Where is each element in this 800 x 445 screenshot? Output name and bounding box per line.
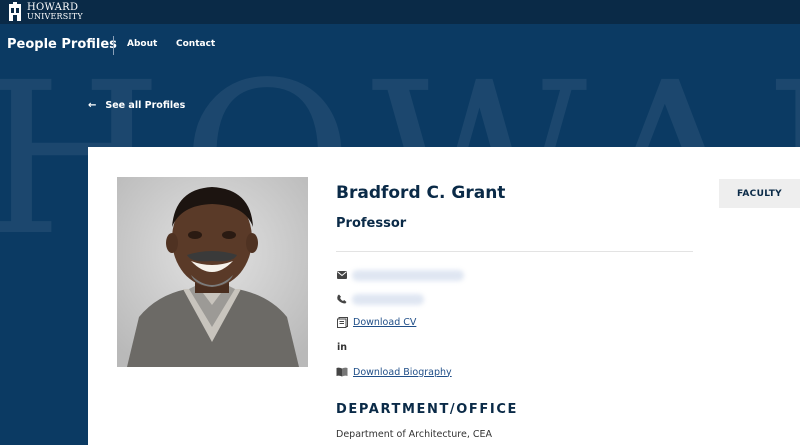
download-biography-link[interactable]: Download Biography [353, 367, 452, 378]
nav-link-about[interactable]: About [127, 39, 157, 49]
person-name: Bradford C. Grant [336, 183, 506, 203]
howard-university-logo[interactable]: HOWARD UNIVERSITY [8, 1, 83, 23]
phone-icon [336, 293, 348, 305]
nav-link-contact[interactable]: Contact [176, 39, 215, 49]
department-value: Department of Architecture, CEA [336, 429, 493, 440]
email-row[interactable] [336, 269, 464, 281]
logo-line-1: HOWARD [27, 2, 79, 13]
email-value-redacted [352, 269, 464, 281]
phone-row[interactable] [336, 293, 424, 305]
main-nav: People Profiles About Contact [0, 24, 800, 66]
faculty-badge: FACULTY [719, 179, 800, 208]
profile-photo [117, 177, 308, 367]
site-title[interactable]: People Profiles [7, 37, 117, 52]
profile-card: Bradford C. Grant Professor FACULTY Down… [88, 147, 800, 445]
linkedin-icon[interactable]: in [336, 341, 348, 353]
document-icon [336, 316, 348, 328]
see-all-profiles-link[interactable]: ← See all Profiles [88, 100, 185, 111]
book-icon [336, 366, 348, 378]
biography-row[interactable]: Download Biography [336, 366, 452, 378]
top-bar: HOWARD UNIVERSITY [0, 0, 800, 24]
envelope-icon [336, 269, 348, 281]
nav-divider [113, 36, 114, 55]
linkedin-row[interactable]: in [336, 341, 348, 353]
person-title: Professor [336, 216, 407, 231]
portrait-illustration [117, 177, 308, 367]
seal-icon [9, 2, 21, 21]
logo-wordmark: HOWARD UNIVERSITY [27, 2, 83, 22]
arrow-left-icon: ← [88, 100, 97, 111]
phone-value-redacted [352, 293, 424, 305]
cv-row[interactable]: Download CV [336, 316, 416, 328]
logo-line-2: UNIVERSITY [27, 12, 83, 21]
card-divider [336, 251, 693, 252]
department-heading: DEPARTMENT/OFFICE [336, 402, 518, 417]
back-link-label: See all Profiles [105, 100, 186, 111]
download-cv-link[interactable]: Download CV [353, 317, 416, 328]
